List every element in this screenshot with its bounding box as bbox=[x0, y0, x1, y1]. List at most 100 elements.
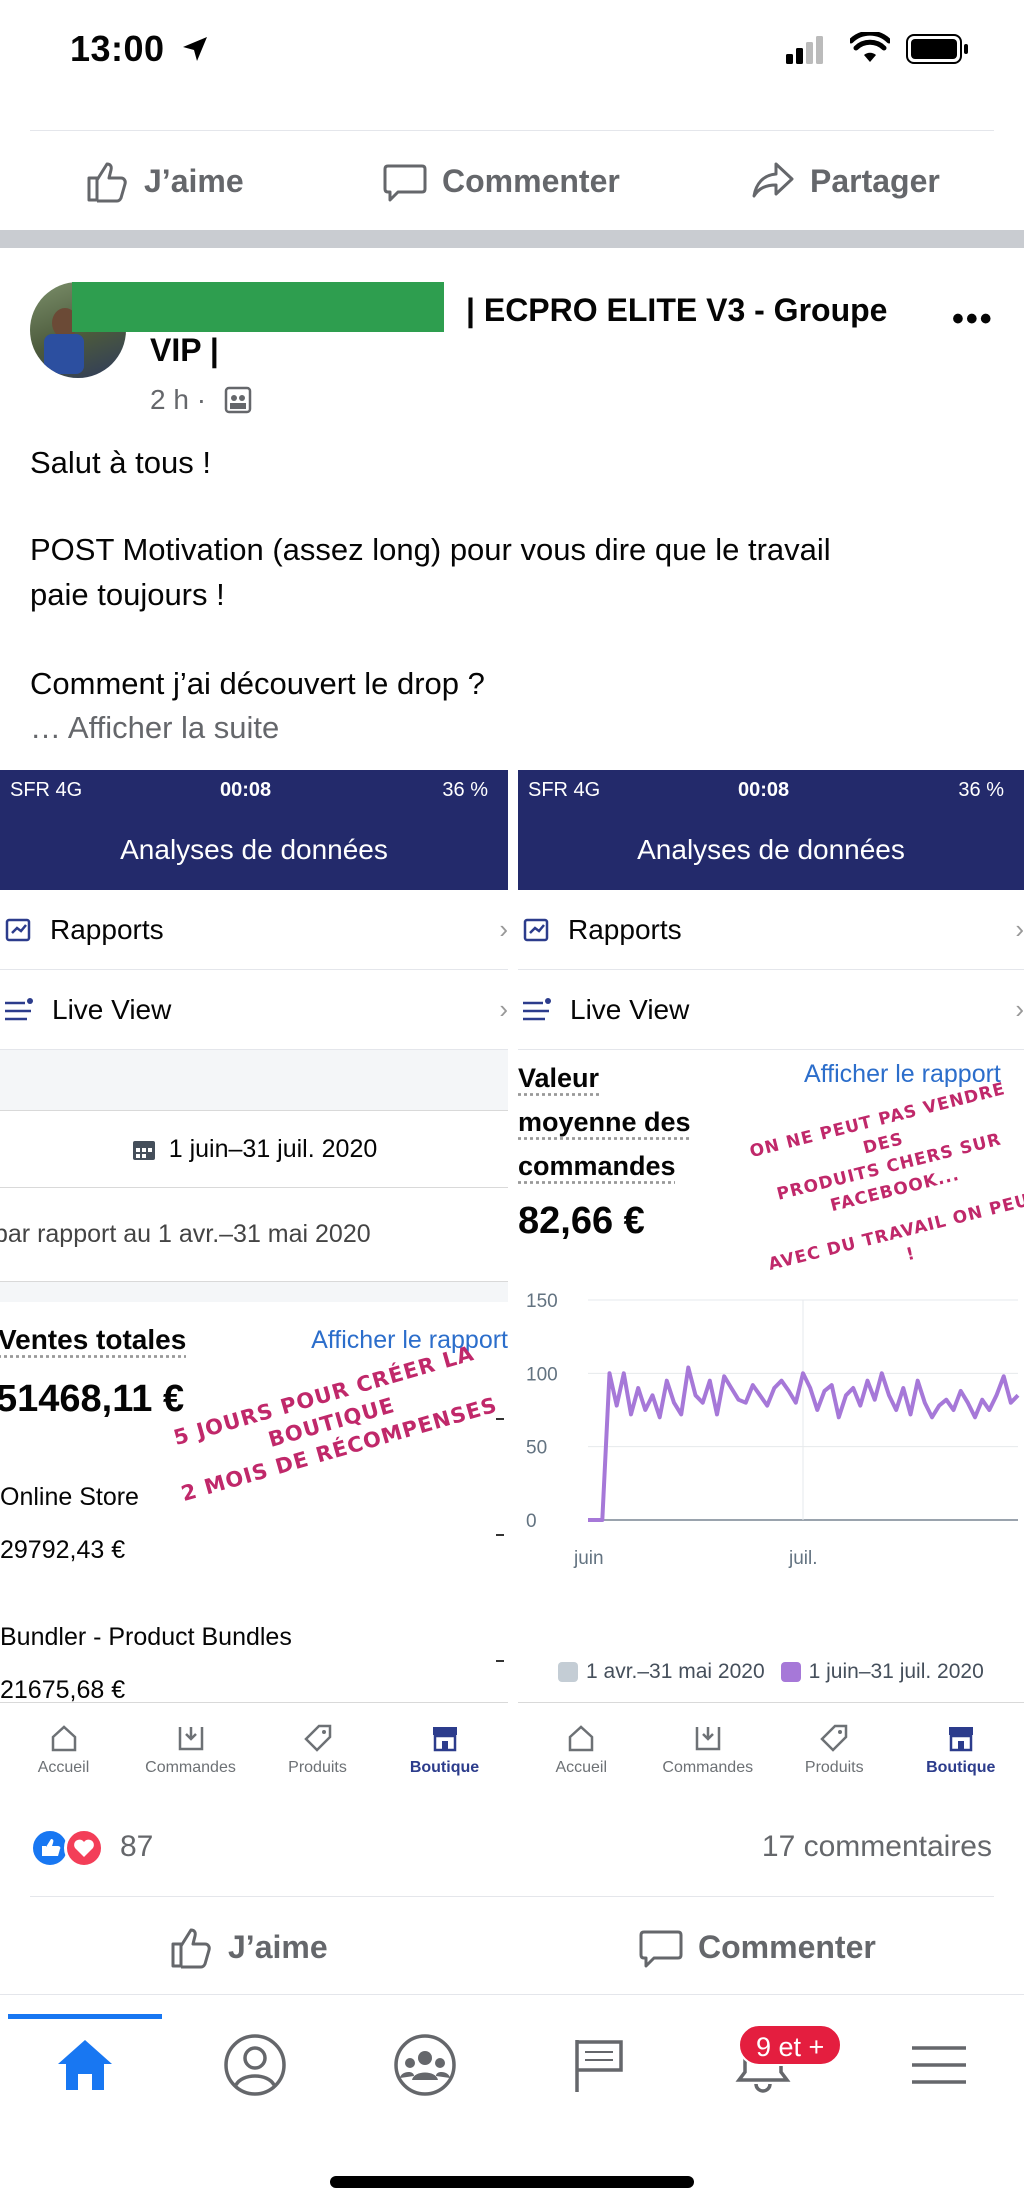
tag-icon bbox=[303, 1724, 331, 1752]
reports-row[interactable]: Rapports › bbox=[518, 890, 1024, 970]
group-name[interactable]: | ECPRO ELITE V3 - Groupe bbox=[466, 292, 887, 329]
aov-title-2: moyenne des bbox=[518, 1107, 691, 1137]
chevron-right-icon: › bbox=[499, 914, 508, 944]
orders-icon bbox=[695, 1726, 720, 1750]
groups-nav-icon[interactable] bbox=[390, 2030, 460, 2100]
tab-products[interactable]: Produits bbox=[771, 1703, 898, 1796]
group-name-cont[interactable]: VIP | bbox=[150, 332, 219, 369]
battery-text: 36 % bbox=[442, 778, 488, 801]
thumbs-up-icon bbox=[87, 162, 127, 203]
comment-icon bbox=[639, 1930, 683, 1968]
post-line-4: Comment j’ai découvert le drop ? bbox=[30, 666, 485, 701]
reports-row[interactable]: Rapports › bbox=[0, 890, 508, 970]
shot-time: 00:08 bbox=[738, 778, 790, 801]
home-nav-icon[interactable] bbox=[50, 2030, 120, 2100]
reports-icon bbox=[5, 918, 31, 941]
reaction-count[interactable]: 87 bbox=[120, 1830, 153, 1864]
breakdown-label-2: Bundler - Product Bundles bbox=[0, 1623, 292, 1651]
battery-text: 36 % bbox=[958, 778, 1004, 801]
carrier: SFR 4G bbox=[10, 778, 83, 801]
home-indicator bbox=[330, 2176, 694, 2188]
shopify-tabbar-left: Accueil Commandes Produits Boutique bbox=[0, 1702, 508, 1796]
chevron-right-icon: › bbox=[1015, 994, 1024, 1024]
menu-hamburger-icon[interactable] bbox=[904, 2030, 974, 2100]
tab-store[interactable]: Boutique bbox=[898, 1703, 1024, 1796]
share-icon bbox=[752, 162, 794, 198]
comment-icon bbox=[383, 164, 427, 202]
tab-store[interactable]: Boutique bbox=[381, 1703, 508, 1796]
calendar-icon bbox=[132, 1141, 155, 1160]
chevron-right-icon: › bbox=[1015, 914, 1024, 944]
post-line-3: paie toujours ! bbox=[30, 577, 225, 612]
y-tick-label: 50 bbox=[526, 1438, 547, 1459]
share-button-prev[interactable]: Partager bbox=[750, 158, 940, 204]
store-icon bbox=[432, 1726, 457, 1751]
like-button[interactable]: J’aime bbox=[168, 1924, 328, 1970]
home-icon bbox=[51, 1724, 76, 1751]
comments-count[interactable]: 17 commentaires bbox=[762, 1830, 992, 1864]
thumbs-up-icon bbox=[171, 1928, 211, 1969]
tab-home[interactable]: Accueil bbox=[0, 1703, 127, 1796]
date-range-label: 1 juin–31 juil. 2020 bbox=[168, 1134, 378, 1163]
shopify-tabbar-right: Accueil Commandes Produits Boutique bbox=[518, 1702, 1024, 1796]
group-privacy-icon bbox=[224, 386, 252, 414]
like-label: J’aime bbox=[144, 162, 244, 199]
legend-swatch-prev bbox=[558, 1662, 578, 1682]
cellular-signal-icon bbox=[786, 36, 823, 64]
tab-orders[interactable]: Commandes bbox=[645, 1703, 772, 1796]
redacted-name bbox=[72, 282, 444, 332]
chevron-right-icon: › bbox=[499, 994, 508, 1024]
y-tick-label: 0 bbox=[526, 1511, 537, 1532]
chart-legend: 1 avr.–31 mai 2020 1 juin–31 juil. 2020 bbox=[558, 1660, 984, 1684]
legend-swatch-curr bbox=[780, 1662, 801, 1682]
y-tick-label: 150 bbox=[526, 1291, 558, 1312]
live-view-row[interactable]: Live View › bbox=[0, 970, 508, 1050]
breakdown-value-1: 29792,43 € bbox=[0, 1536, 126, 1564]
date-range-picker[interactable]: 1 juin–31 juil. 2020 bbox=[0, 1110, 508, 1188]
like-button-prev[interactable]: J’aime bbox=[84, 158, 244, 204]
post-time[interactable]: 2 h · bbox=[150, 384, 206, 416]
location-arrow-icon bbox=[183, 37, 207, 61]
notification-badge: 9 et + bbox=[738, 2024, 843, 2066]
battery-icon bbox=[906, 34, 968, 64]
more-options-icon[interactable]: ••• bbox=[952, 300, 994, 339]
comment-button-prev[interactable]: Commenter bbox=[382, 158, 620, 204]
post-line-2: POST Motivation (assez long) pour vous d… bbox=[30, 532, 831, 567]
tag-icon bbox=[820, 1724, 848, 1752]
see-more-link[interactable]: … Afficher la suite bbox=[30, 705, 990, 750]
aov-title-1: Valeur bbox=[518, 1063, 600, 1093]
reports-label: Rapports bbox=[50, 913, 164, 945]
post-line-1: Salut à tous ! bbox=[30, 445, 211, 480]
tab-home[interactable]: Accueil bbox=[518, 1703, 645, 1796]
tab-products[interactable]: Produits bbox=[254, 1703, 381, 1796]
tab-orders[interactable]: Commandes bbox=[127, 1703, 254, 1796]
screenshot-left[interactable]: SFR 4G 00:08 36 % Analyses de données Ra… bbox=[0, 770, 508, 1796]
x-tick-label: juin bbox=[573, 1548, 604, 1569]
compare-label: par rapport au 1 avr.–31 mai 2020 bbox=[0, 1220, 371, 1248]
breakdown-value-2: 21675,68 € bbox=[0, 1676, 126, 1704]
comment-label: Commenter bbox=[698, 1928, 876, 1965]
aov-line-chart: 0 50 100 150 juin juil. bbox=[526, 1291, 1020, 1569]
legend-prev: 1 avr.–31 mai 2020 bbox=[586, 1660, 765, 1683]
feed-separator bbox=[0, 230, 1024, 248]
reports-icon bbox=[523, 918, 549, 941]
live-view-row[interactable]: Live View › bbox=[518, 970, 1024, 1050]
analytics-title: Analyses de données bbox=[0, 810, 508, 890]
shot-time: 00:08 bbox=[220, 778, 272, 801]
compare-picker[interactable]: par rapport au 1 avr.–31 mai 2020 bbox=[0, 1188, 508, 1282]
store-icon bbox=[948, 1726, 973, 1751]
profile-nav-icon[interactable] bbox=[220, 2030, 290, 2100]
aov-value: 82,66 € bbox=[518, 1200, 645, 1242]
active-tab-indicator bbox=[8, 2014, 162, 2019]
carrier: SFR 4G bbox=[528, 778, 601, 801]
aov-title-3: commandes bbox=[518, 1151, 676, 1181]
comment-button[interactable]: Commenter bbox=[638, 1924, 876, 1970]
orders-icon bbox=[178, 1726, 203, 1750]
screenshot-right[interactable]: SFR 4G 00:08 36 % Analyses de données Ra… bbox=[518, 770, 1024, 1796]
live-view-icon bbox=[5, 997, 33, 1020]
pages-flag-nav-icon[interactable] bbox=[565, 2030, 635, 2100]
analytics-title: Analyses de données bbox=[518, 810, 1024, 890]
total-sales-title: Ventes totales bbox=[0, 1324, 187, 1355]
reports-label: Rapports bbox=[568, 913, 682, 945]
status-time: 13:00 bbox=[70, 28, 165, 69]
